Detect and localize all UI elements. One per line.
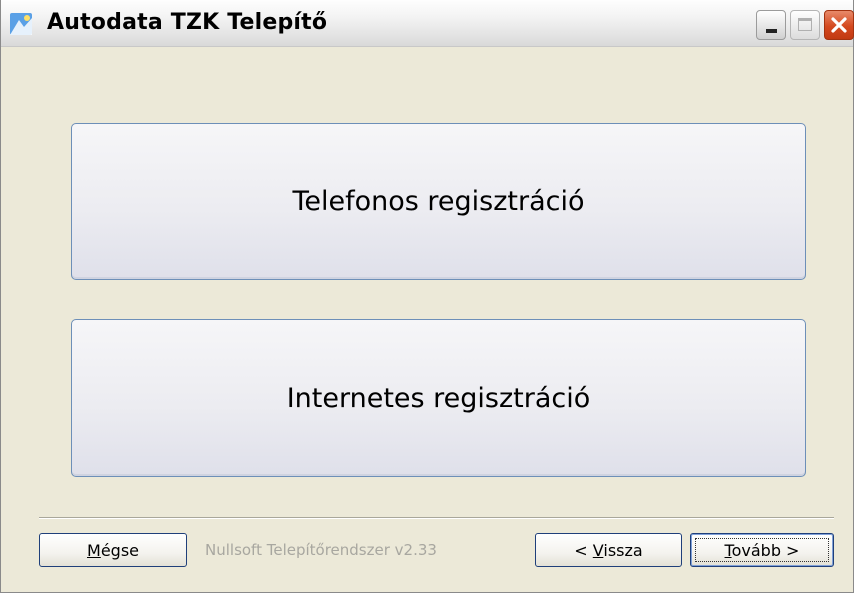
cancel-label: Mégse	[87, 540, 139, 560]
maximize-icon[interactable]	[790, 10, 820, 40]
internet-registration-button[interactable]: Internetes regisztráció	[71, 319, 806, 477]
branding-text: Nullsoft Telepítőrendszer v2.33	[205, 541, 437, 559]
footer-divider	[39, 517, 834, 519]
minimize-icon[interactable]	[756, 10, 786, 40]
back-label: < Vissza	[574, 540, 643, 560]
phone-registration-button[interactable]: Telefonos regisztráció	[71, 123, 806, 280]
cancel-button[interactable]: Mégse	[39, 533, 187, 567]
back-button[interactable]: < Vissza	[535, 533, 682, 567]
internet-registration-label: Internetes regisztráció	[286, 382, 591, 414]
app-installer-icon	[9, 12, 33, 36]
dialog-content: Telefonos regisztráció Internetes regisz…	[1, 47, 853, 592]
focus-rectangle	[695, 538, 829, 562]
window-title: Autodata TZK Telepítő	[47, 10, 328, 35]
title-bar[interactable]: Autodata TZK Telepítő	[1, 0, 854, 47]
phone-registration-label: Telefonos regisztráció	[292, 186, 585, 217]
installer-window: Autodata TZK Telepítő Telefonos regisztr…	[0, 0, 854, 593]
close-icon[interactable]	[824, 10, 854, 40]
next-button[interactable]: Tovább >	[690, 533, 834, 567]
